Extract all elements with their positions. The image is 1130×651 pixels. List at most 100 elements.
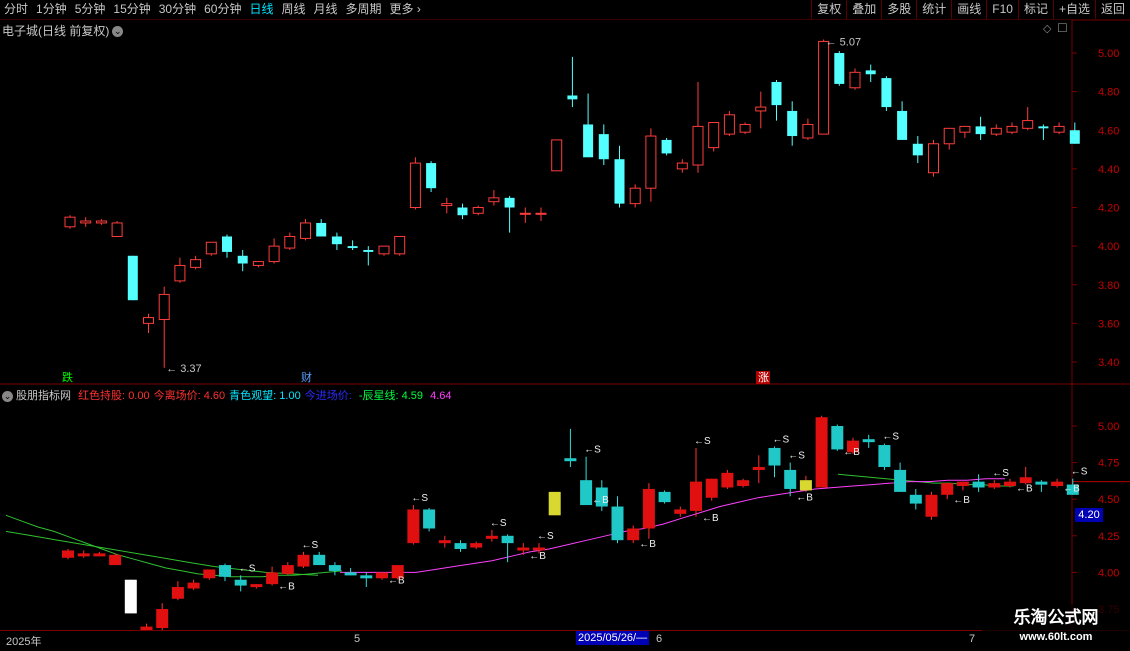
indicator-field-label: 今进场价: xyxy=(304,390,352,402)
y-tick-label: 3.40 xyxy=(1098,357,1119,369)
diamond-icon[interactable]: ◇ xyxy=(1043,22,1051,35)
toolbar-right-buttons: 复权 叠加 多股 统计 画线 F10 标记 +自选 返回 xyxy=(811,0,1130,19)
ind-candle-body xyxy=(344,572,357,576)
buy-signal: ←B xyxy=(278,582,295,593)
sell-signal: ←S xyxy=(490,518,507,529)
candle-body xyxy=(95,220,107,224)
ind-candle-body xyxy=(203,569,216,579)
candle-body xyxy=(268,245,280,263)
candle-body xyxy=(614,159,625,204)
title-dropdown-icon[interactable]: ⌄ xyxy=(112,26,124,38)
close-icon[interactable]: ☐ xyxy=(1057,21,1068,35)
ind-candle-body xyxy=(878,445,891,467)
sell-signal: ←S xyxy=(788,451,805,462)
candle-body xyxy=(284,235,296,249)
candle-body xyxy=(488,197,500,203)
ind-y-tick-label: 4.00 xyxy=(1098,567,1119,579)
ind-candle-body xyxy=(894,469,907,492)
buy-signal: ←B xyxy=(639,539,656,550)
ind-candle-body xyxy=(768,447,781,466)
candle-body xyxy=(990,127,1002,135)
ind-candle-body xyxy=(1035,481,1048,485)
indicator-field-value: 4.59 xyxy=(401,390,424,402)
candle-body xyxy=(347,246,358,249)
ind-candle-body xyxy=(407,509,420,544)
toolbar-button-2[interactable]: 多股 xyxy=(881,0,916,19)
candle-body xyxy=(723,114,735,135)
ind-candle-body xyxy=(423,509,436,529)
candle-body xyxy=(205,241,217,255)
ind-candle-body xyxy=(266,572,279,585)
candle-body xyxy=(394,235,406,255)
candle-body xyxy=(739,123,751,133)
period-tab-5[interactable]: 60分钟 xyxy=(200,0,245,19)
toolbar-button-3[interactable]: 统计 xyxy=(916,0,951,19)
indicator-field-0: 红色持股: 0.00 xyxy=(78,390,150,402)
more-button[interactable]: 更多 › xyxy=(386,0,425,19)
period-tab-8[interactable]: 月线 xyxy=(310,0,342,19)
ind-candle-body xyxy=(156,609,169,629)
toolbar-button-6[interactable]: 标记 xyxy=(1017,0,1053,19)
candle-body xyxy=(849,71,861,89)
ind-candle-body xyxy=(925,494,938,517)
date-label-year: 2025年 xyxy=(6,636,42,648)
candle-body xyxy=(441,203,453,207)
toolbar-button-8[interactable]: 返回 xyxy=(1094,0,1130,19)
ind-candle-body xyxy=(470,543,483,548)
ind-candle-body xyxy=(815,417,828,488)
ind-candle-body xyxy=(674,509,687,514)
period-tab-4[interactable]: 30分钟 xyxy=(155,0,200,19)
green-line-tail xyxy=(837,473,1014,487)
toolbar-button-4[interactable]: 画线 xyxy=(951,0,986,19)
ind-candle-body xyxy=(564,458,577,462)
date-label-may: 5 xyxy=(354,633,361,645)
indicator-field-value: 1.00 xyxy=(279,390,301,402)
period-tab-3[interactable]: 15分钟 xyxy=(109,0,154,19)
current-price-box: 4.20 xyxy=(1075,508,1103,522)
candle-body xyxy=(190,259,202,268)
toolbar-button-1[interactable]: 叠加 xyxy=(846,0,881,19)
candle-body xyxy=(409,162,421,209)
sell-signal: ←S xyxy=(1071,467,1088,478)
indicator-dropdown-icon[interactable]: ⌄ xyxy=(2,390,13,402)
period-tab-7[interactable]: 周线 xyxy=(277,0,309,19)
candle-body xyxy=(1038,126,1049,129)
toolbar-button-5[interactable]: F10 xyxy=(986,0,1018,19)
ind-candle-body xyxy=(799,480,812,491)
period-tab-6[interactable]: 日线 xyxy=(245,0,277,19)
indicator-field-5: 4.64 xyxy=(427,390,451,402)
buy-signal: ←B xyxy=(1063,483,1080,494)
period-tab-1[interactable]: 1分钟 xyxy=(32,0,71,19)
toolbar-button-7[interactable]: +自选 xyxy=(1052,0,1095,19)
sell-signal: ←S xyxy=(302,540,319,551)
toolbar-button-0[interactable]: 复权 xyxy=(811,0,846,19)
candle-body xyxy=(755,106,767,112)
ind-candle-body xyxy=(1051,481,1064,487)
watermark: 乐淘公式网 www.60lt.com xyxy=(982,604,1130,648)
kline-chart[interactable]: 5.00 4.80 4.60 4.40 4.20 4.00 3.80 3.60 3.40 ← 5.… xyxy=(0,20,1130,630)
period-tab-0[interactable]: 分时 xyxy=(0,0,32,19)
candle-body xyxy=(64,216,76,228)
date-label-july: 7 xyxy=(969,633,976,645)
ind-candle-body xyxy=(297,554,310,567)
date-axis xyxy=(0,630,1130,651)
candle-body xyxy=(1053,125,1065,133)
ind-candle-body xyxy=(124,579,137,614)
ind-candle-body xyxy=(784,469,797,489)
ind-candle-body xyxy=(548,491,561,516)
sell-signal: ←S xyxy=(239,563,256,574)
candle-body xyxy=(583,124,594,158)
ind-candle-body xyxy=(328,565,341,571)
indicator-field-value: 4.60 xyxy=(203,390,226,402)
period-tab-9[interactable]: 多周期 xyxy=(342,0,386,19)
ind-candle-body xyxy=(909,494,922,504)
buy-signal: ←B xyxy=(843,447,860,458)
indicator-field-3: 今进场价: xyxy=(305,390,355,402)
period-tab-2[interactable]: 5分钟 xyxy=(71,0,110,19)
y-tick-label: 4.80 xyxy=(1098,87,1119,99)
y-tick-label: 4.40 xyxy=(1098,164,1119,176)
y-tick-label: 3.80 xyxy=(1098,280,1119,292)
magenta-line xyxy=(340,478,1005,573)
indicator-legend: ⌄ 股朋指标网 红色持股: 0.00 今离场价: 4.60 青色观望: 1.00 今进场… xyxy=(2,387,452,403)
ind-candle-body xyxy=(956,481,969,487)
